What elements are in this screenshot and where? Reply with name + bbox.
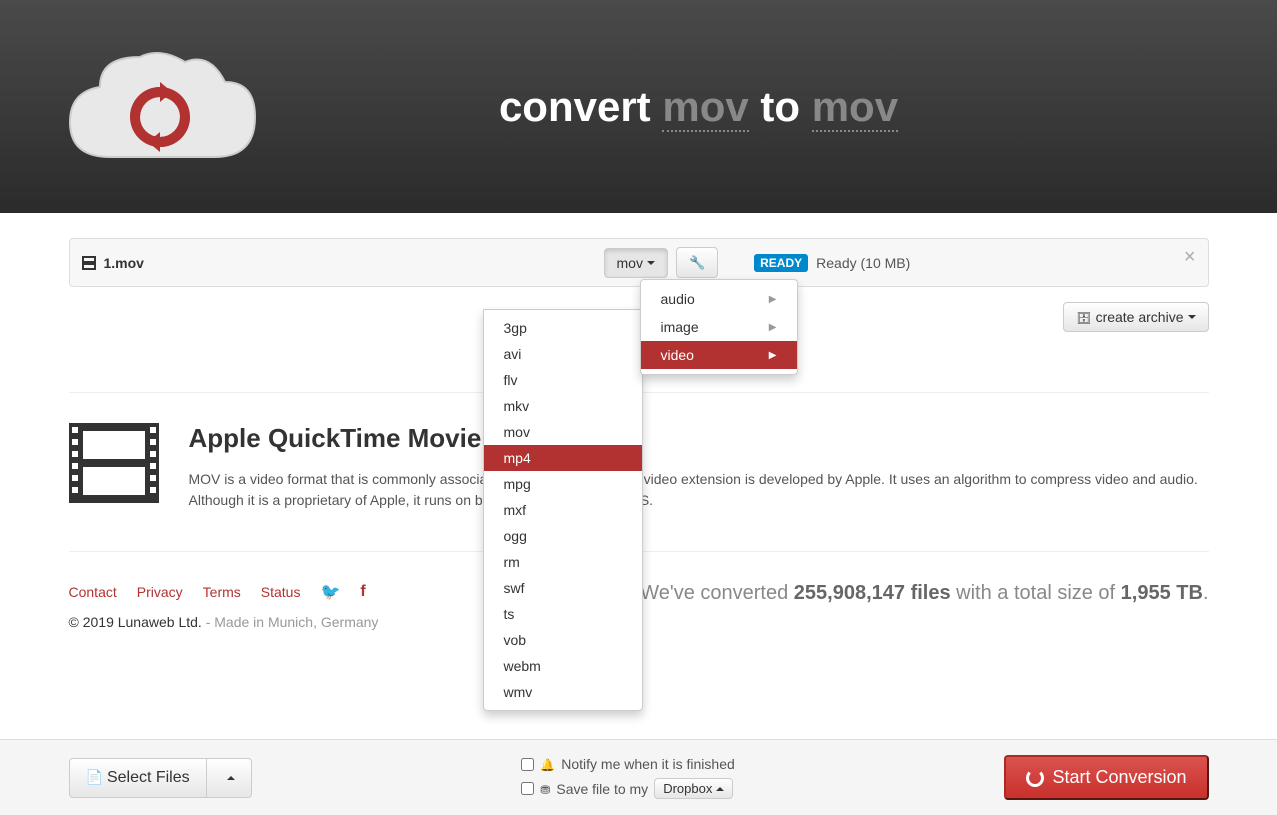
select-files-label: Select Files	[107, 769, 190, 787]
format-item-mp4[interactable]: mp4	[484, 445, 642, 471]
stats-mid: with a total size of	[951, 582, 1121, 604]
title-mid: to	[749, 83, 812, 130]
format-item-avi[interactable]: avi	[484, 341, 642, 367]
category-dropdown: audio▶image▶video▶	[640, 279, 798, 375]
format-item-ts[interactable]: ts	[484, 601, 642, 627]
stats-text: We've converted 255,908,147 files with a…	[640, 582, 1208, 605]
format-item-webm[interactable]: webm	[484, 653, 642, 679]
film-strip-icon	[69, 423, 159, 503]
stats-files: 255,908,147 files	[794, 582, 951, 604]
file-row: 1.mov mov READY Ready (10 MB) × audio▶im…	[69, 238, 1209, 287]
create-archive-label: create archive	[1096, 309, 1184, 325]
logo-cloud-icon	[50, 27, 270, 187]
footer-link-terms[interactable]: Terms	[203, 584, 241, 600]
info-text: MOV is a video format that is commonly a…	[189, 469, 1209, 511]
add-file-icon	[86, 769, 107, 787]
format-item-mkv[interactable]: mkv	[484, 393, 642, 419]
save-to-label: Save file to my	[556, 781, 648, 797]
bottom-bar: Select Files Notify me when it is finish…	[0, 739, 1277, 815]
close-icon[interactable]: ×	[1184, 247, 1196, 267]
archive-icon	[1076, 309, 1095, 325]
dropbox-icon	[540, 781, 550, 797]
format-item-3gp[interactable]: 3gp	[484, 315, 642, 341]
select-files-group: Select Files	[69, 758, 252, 798]
storage-dropdown-button[interactable]: Dropbox	[654, 778, 733, 799]
settings-button[interactable]	[676, 247, 718, 278]
footer-copyright: © 2019 Lunaweb Ltd. - Made in Munich, Ge…	[69, 614, 379, 630]
film-icon	[82, 256, 96, 270]
file-name: 1.mov	[104, 255, 604, 271]
select-files-dropdown-button[interactable]	[207, 758, 252, 798]
title-format-to[interactable]: mov	[812, 83, 898, 132]
caret-down-icon	[647, 261, 655, 265]
category-item-video[interactable]: video▶	[641, 341, 797, 369]
format-item-wmv[interactable]: wmv	[484, 679, 642, 705]
format-dropdown: 3gpaviflvmkvmovmp4mpgmxfoggrmswftsvobweb…	[483, 309, 643, 711]
footer-links: Contact Privacy Terms Status 🐦 f	[69, 582, 379, 602]
footer-link-privacy[interactable]: Privacy	[137, 584, 183, 600]
caret-up-icon	[716, 787, 724, 791]
save-to-option[interactable]: Save file to my Dropbox	[521, 778, 734, 799]
status-badge: READY	[754, 254, 808, 272]
storage-label: Dropbox	[663, 781, 712, 796]
format-item-mov[interactable]: mov	[484, 419, 642, 445]
status-text: Ready (10 MB)	[816, 255, 910, 271]
format-item-ogg[interactable]: ogg	[484, 523, 642, 549]
format-item-mpg[interactable]: mpg	[484, 471, 642, 497]
format-item-mxf[interactable]: mxf	[484, 497, 642, 523]
made-in-text: - Made in Munich, Germany	[202, 614, 379, 630]
save-to-checkbox[interactable]	[521, 782, 534, 795]
format-selected-label: mov	[617, 255, 643, 271]
category-item-image[interactable]: image▶	[641, 313, 797, 341]
facebook-icon[interactable]: f	[360, 583, 365, 601]
create-archive-button[interactable]: create archive	[1063, 302, 1208, 332]
format-item-swf[interactable]: swf	[484, 575, 642, 601]
caret-up-icon	[227, 776, 235, 780]
format-item-rm[interactable]: rm	[484, 549, 642, 575]
wrench-icon	[689, 254, 705, 271]
title-format-from[interactable]: mov	[662, 83, 748, 132]
stats-size: 1,955 TB	[1121, 582, 1203, 604]
refresh-icon	[1026, 769, 1044, 787]
notify-label: Notify me when it is finished	[561, 756, 735, 772]
title-prefix: convert	[499, 83, 662, 130]
category-item-audio[interactable]: audio▶	[641, 285, 797, 313]
notify-checkbox[interactable]	[521, 758, 534, 771]
twitter-icon[interactable]: 🐦	[320, 582, 340, 602]
stats-prefix: We've converted	[640, 582, 794, 604]
select-files-button[interactable]: Select Files	[69, 758, 207, 798]
info-title: Apple QuickTime Movie	[189, 423, 1209, 454]
copyright-text: © 2019 Lunaweb Ltd.	[69, 614, 202, 630]
format-item-flv[interactable]: flv	[484, 367, 642, 393]
footer-link-contact[interactable]: Contact	[69, 584, 117, 600]
header: convert mov to mov	[0, 0, 1277, 213]
start-conversion-button[interactable]: Start Conversion	[1004, 755, 1208, 800]
bell-icon	[540, 756, 555, 772]
start-conversion-label: Start Conversion	[1052, 767, 1186, 788]
caret-down-icon	[1188, 315, 1196, 319]
page-title: convert mov to mov	[270, 83, 1127, 131]
footer-link-status[interactable]: Status	[261, 584, 301, 600]
format-dropdown-button[interactable]: mov	[604, 248, 668, 278]
notify-option[interactable]: Notify me when it is finished	[521, 756, 734, 772]
stats-suffix: .	[1203, 582, 1209, 604]
format-item-vob[interactable]: vob	[484, 627, 642, 653]
